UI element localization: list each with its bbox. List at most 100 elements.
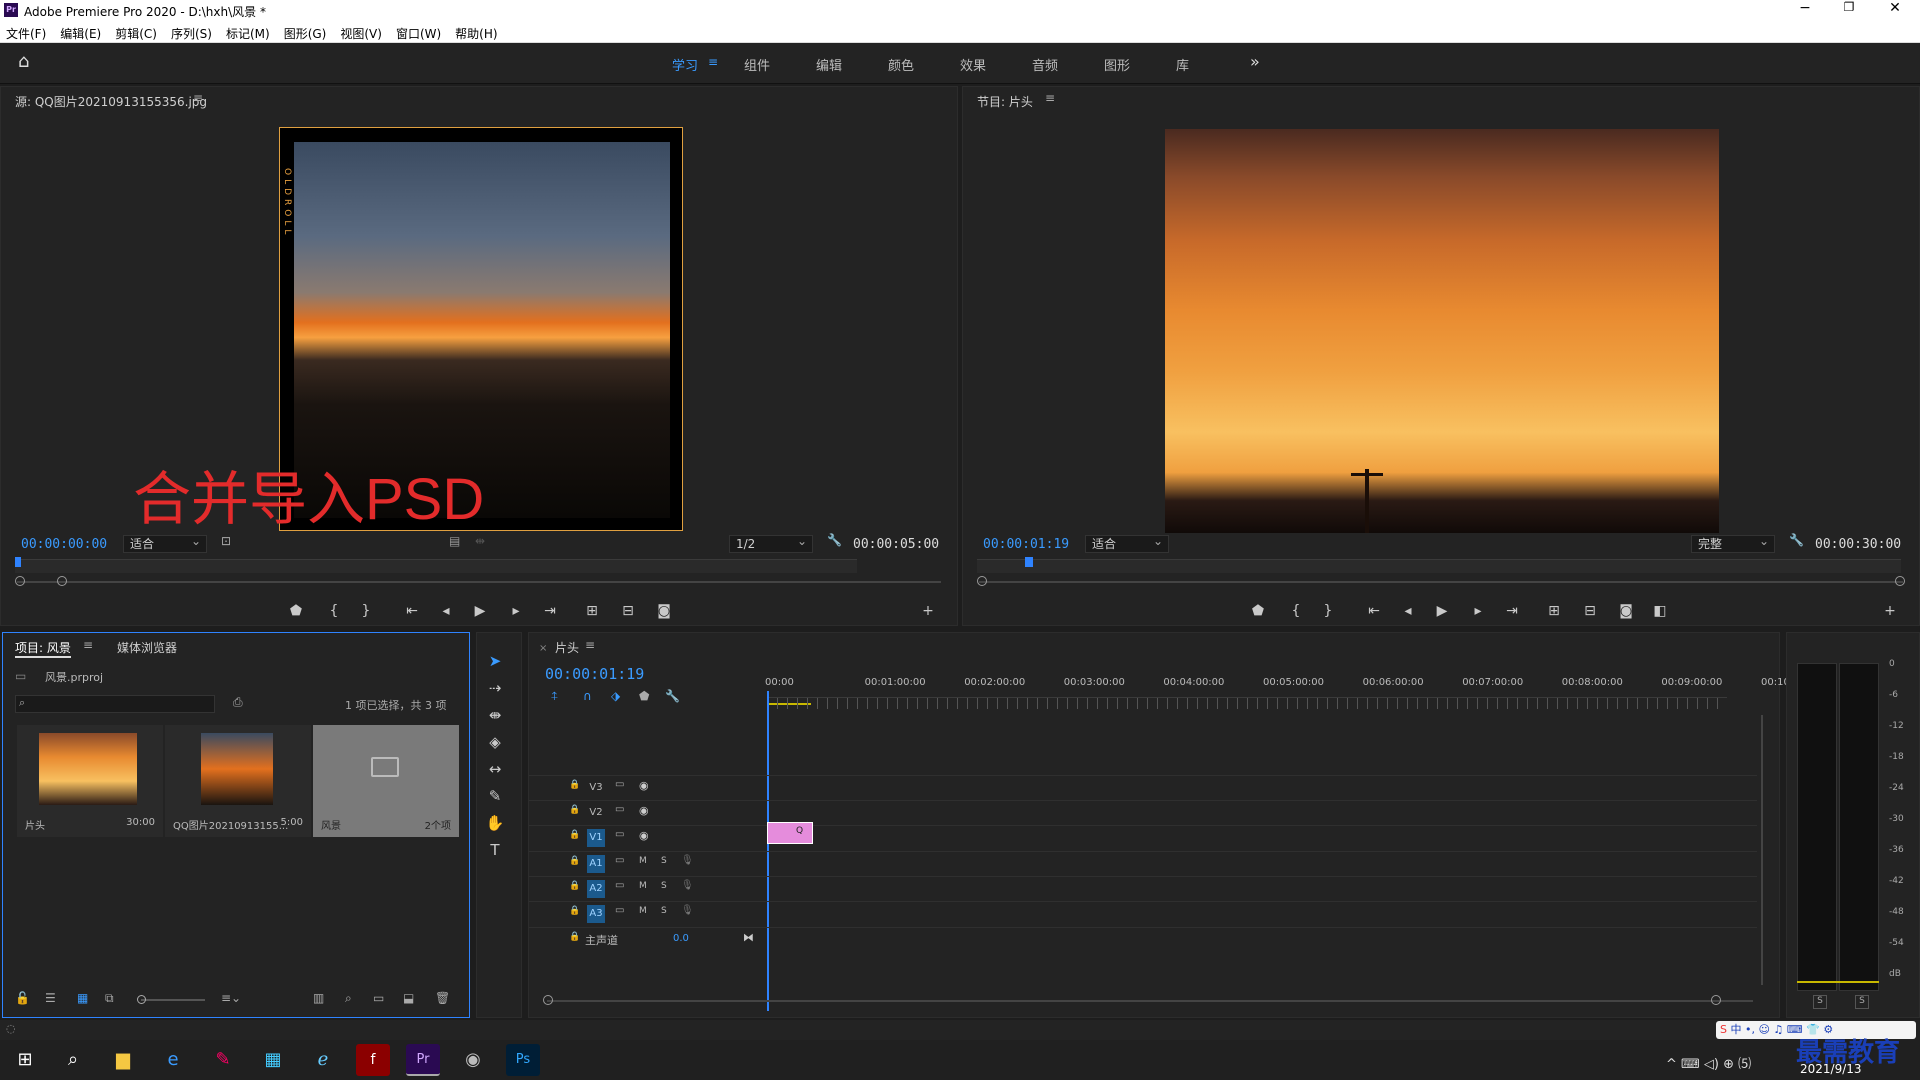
track-label[interactable]: A2 <box>587 880 605 898</box>
settings-square-icon[interactable]: ⊡ <box>221 534 231 548</box>
go-to-out-icon[interactable]: ⇥ <box>1501 601 1523 621</box>
premiere-taskbar-icon[interactable]: Pr <box>406 1044 440 1076</box>
add-marker-icon[interactable]: ⬟ <box>1247 601 1269 621</box>
lock-track-icon[interactable]: 🔒 <box>569 830 580 840</box>
insert-icon[interactable]: ⊞ <box>581 601 603 621</box>
program-fit-dropdown[interactable]: 适合 <box>1085 533 1169 553</box>
solo-button[interactable]: S <box>661 856 667 866</box>
tray-icons[interactable]: ^ ⌨ ◁) ⊕ ⑸ <box>1666 1053 1751 1072</box>
scroll-handle-right[interactable] <box>1711 995 1721 1005</box>
menu-item[interactable]: 标记(M) <box>226 25 270 42</box>
workspace-menu-icon[interactable]: ≡ <box>708 55 718 69</box>
toggle-output-eye-icon[interactable]: ◉ <box>639 829 649 842</box>
track-label[interactable]: A3 <box>587 905 605 923</box>
toggle-output-eye-icon[interactable]: ◉ <box>639 804 649 817</box>
sort-icon[interactable]: ≡⌄ <box>221 991 241 1005</box>
program-quality-dropdown[interactable]: 完整 <box>1691 533 1775 553</box>
tab-media-browser[interactable]: 媒体浏览器 <box>117 639 177 656</box>
audio-track-row[interactable]: 🔒 A1 ▭ M S 🎙 <box>529 851 1757 875</box>
slip-icon[interactable]: ↔ <box>484 758 506 780</box>
audio-track-row[interactable]: 🔒 A3 ▭ M S 🎙 <box>529 901 1757 925</box>
lock-track-icon[interactable]: 🔒 <box>569 881 580 891</box>
toggle-output-eye-icon[interactable]: ◉ <box>639 779 649 792</box>
lock-track-icon[interactable]: 🔒 <box>569 906 580 916</box>
source-playhead[interactable] <box>15 557 21 567</box>
export-frame-icon[interactable]: ◙ <box>1615 601 1637 621</box>
overwrite-icon[interactable]: ⊟ <box>617 601 639 621</box>
track-label[interactable]: A1 <box>587 855 605 873</box>
icon-view-icon[interactable]: ▦ <box>77 991 88 1005</box>
lift-icon[interactable]: ⊞ <box>1543 601 1565 621</box>
project-item-bin[interactable]: 风景 2个项 <box>313 725 459 837</box>
mute-button[interactable]: M <box>639 856 647 866</box>
mark-in-icon[interactable]: { <box>323 601 345 621</box>
menu-item[interactable]: 图形(G) <box>284 25 327 42</box>
export-frame-icon[interactable]: ◙ <box>653 601 675 621</box>
sync-lock-icon[interactable]: ▭ <box>615 829 624 840</box>
mark-in-icon[interactable]: { <box>1285 601 1307 621</box>
step-forward-icon[interactable]: ▸ <box>505 601 527 621</box>
solo-button[interactable]: S <box>661 881 667 891</box>
project-item[interactable]: 片头 30:00 <box>17 725 163 837</box>
start-icon[interactable]: ⊞ <box>8 1044 42 1076</box>
source-zoom-bar[interactable] <box>17 581 941 583</box>
video-track-row[interactable]: 🔒 V3 ▭ ◉ <box>529 775 1757 799</box>
menu-item[interactable]: 编辑(E) <box>60 25 101 42</box>
panel-menu-icon[interactable]: ≡ <box>1045 91 1055 105</box>
master-track-row[interactable]: 🔒 主声道 0.0 ⧓ <box>529 927 1757 951</box>
mute-button[interactable]: M <box>639 881 647 891</box>
close-button[interactable]: ✕ <box>1880 0 1910 20</box>
drag-audio-icon[interactable]: ⇹ <box>475 534 485 548</box>
wrench-icon[interactable]: 🔧 <box>827 533 842 547</box>
ie-icon[interactable]: ℯ <box>306 1044 340 1076</box>
vertical-scrollbar[interactable] <box>1761 715 1763 985</box>
drag-video-icon[interactable]: ▤ <box>449 534 460 548</box>
play-button[interactable]: ▶ <box>469 601 491 621</box>
source-resolution-dropdown[interactable]: 1/2 <box>729 533 813 553</box>
play-button[interactable]: ▶ <box>1431 601 1453 621</box>
add-button-icon[interactable]: + <box>917 601 939 621</box>
workspace-tab[interactable]: 库 <box>1176 55 1248 74</box>
video-track-row[interactable]: 🔒 V1 ▭ ◉ <box>529 825 1757 849</box>
search-icon[interactable]: ⌕ <box>56 1044 90 1076</box>
more-workspaces-icon[interactable]: » <box>1250 52 1260 71</box>
solo-left-button[interactable]: S <box>1813 995 1827 1009</box>
add-marker-icon[interactable]: ⬟ <box>285 601 307 621</box>
project-item[interactable]: QQ图片20210913155... 5:00 <box>165 725 311 837</box>
lock-track-icon[interactable]: 🔒 <box>569 932 580 942</box>
freeform-view-icon[interactable]: ⧉ <box>105 991 114 1006</box>
compare-view-icon[interactable]: ◧ <box>1649 601 1671 621</box>
go-to-in-icon[interactable]: ⇤ <box>1363 601 1385 621</box>
add-button-icon[interactable]: + <box>1879 601 1901 621</box>
sync-lock-icon[interactable]: ▭ <box>615 804 624 815</box>
workspace-tab[interactable]: 音频 <box>1032 55 1104 74</box>
program-scrub-bar[interactable] <box>977 559 1901 573</box>
selection-tool-icon[interactable]: ➤ <box>484 650 506 672</box>
search-input[interactable] <box>15 695 215 713</box>
go-to-in-icon[interactable]: ⇤ <box>401 601 423 621</box>
workspace-tab[interactable]: 组件 <box>744 55 816 74</box>
zoom-slider-handle[interactable] <box>137 995 146 1004</box>
trash-icon[interactable]: 🗑 <box>435 991 450 1005</box>
razor-icon[interactable]: ◈ <box>484 731 506 753</box>
menu-item[interactable]: 窗口(W) <box>396 25 441 42</box>
program-zoom-bar[interactable] <box>979 581 1903 583</box>
video-clip[interactable]: Q <box>767 822 813 844</box>
paint-icon[interactable]: ✎ <box>206 1044 240 1076</box>
file-explorer-icon[interactable]: ▆ <box>106 1044 140 1076</box>
menu-item[interactable]: 剪辑(C) <box>115 25 157 42</box>
source-fit-dropdown[interactable]: 适合 <box>123 533 207 553</box>
solo-button[interactable]: S <box>661 906 667 916</box>
sync-lock-icon[interactable]: ▭ <box>615 905 624 916</box>
find-icon[interactable]: ⌕ <box>345 991 352 1006</box>
source-scrub-bar[interactable] <box>15 559 857 573</box>
voice-over-mic-icon[interactable]: 🎙 <box>681 855 694 866</box>
tab-project[interactable]: 项目: 风景 <box>15 639 71 658</box>
wrench-icon[interactable]: 🔧 <box>1789 533 1804 547</box>
video-track-row[interactable]: 🔒 V2 ▭ ◉ <box>529 800 1757 824</box>
photoshop-taskbar-icon[interactable]: Ps <box>506 1044 540 1076</box>
timeline-scrollbar[interactable] <box>547 1000 1753 1002</box>
mute-button[interactable]: M <box>639 906 647 916</box>
photos-icon[interactable]: ▦ <box>256 1044 290 1076</box>
menu-item[interactable]: 序列(S) <box>171 25 212 42</box>
